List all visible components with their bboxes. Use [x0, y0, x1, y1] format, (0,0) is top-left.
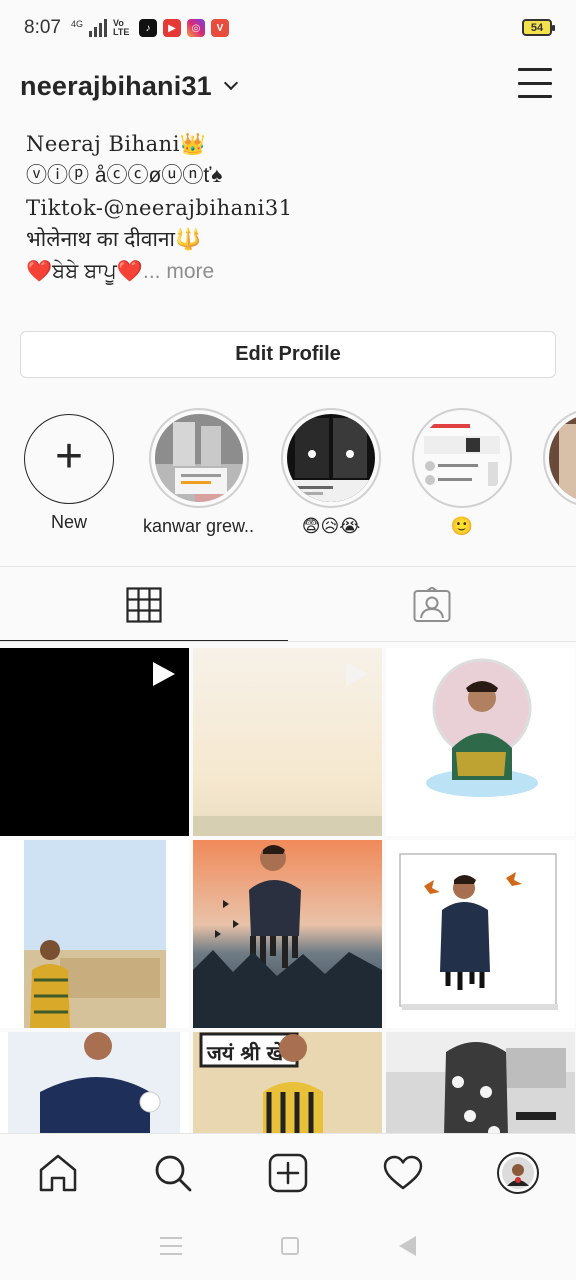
- highlight-ring[interactable]: [412, 408, 512, 508]
- bio-name: Neeraj Bihani👑: [26, 132, 207, 156]
- network-type: 4G: [70, 19, 83, 29]
- profile-header: neerajbihani31: [0, 56, 576, 116]
- post-thumbnail[interactable]: [0, 648, 189, 836]
- highlight-item[interactable]: 🙂: [406, 408, 518, 537]
- highlight-label: 😨😥😭: [301, 516, 361, 536]
- post-thumbnail[interactable]: [193, 840, 382, 1028]
- username[interactable]: neerajbihani31: [20, 71, 212, 102]
- highlight-cover: [155, 414, 243, 502]
- back-icon[interactable]: [399, 1235, 417, 1256]
- volte-icon: Vo LTE: [113, 18, 130, 37]
- video-play-icon: [346, 662, 368, 686]
- highlight-cover: [287, 414, 375, 502]
- tabs-divider: [0, 641, 576, 642]
- instagram-icon: ◎: [187, 19, 205, 37]
- highlight-ring[interactable]: [149, 408, 249, 508]
- new-highlight-ring[interactable]: +: [24, 414, 114, 504]
- nav-profile[interactable]: [488, 1143, 548, 1203]
- nav-activity[interactable]: [373, 1143, 433, 1203]
- bio-line: ❤️ਬੇਬੇ ਬਾਪੂ❤️... more: [26, 256, 546, 288]
- recent-apps-icon[interactable]: [159, 1236, 182, 1255]
- post-thumbnail[interactable]: [0, 840, 189, 1028]
- add-post-icon: [268, 1153, 308, 1192]
- battery-level: 54: [530, 21, 544, 34]
- tagged-person-icon: [413, 586, 451, 622]
- vivo-icon: V: [211, 19, 229, 37]
- posts-grid: जयं श्री खेत: [0, 648, 576, 1138]
- home-icon: [39, 1154, 76, 1191]
- video-play-icon: [153, 662, 175, 686]
- signal-icon: [89, 19, 107, 37]
- hamburger-menu-icon[interactable]: [518, 68, 552, 98]
- post-thumbnail[interactable]: [193, 648, 382, 836]
- plus-icon: +: [54, 430, 84, 483]
- post-thumbnail[interactable]: [386, 648, 575, 836]
- status-time: 8:07: [24, 17, 61, 38]
- search-icon: [155, 1155, 192, 1191]
- youtube-icon: ▶: [163, 19, 181, 37]
- status-icons: 4G Vo LTE ♪ ▶ ◎ V: [71, 19, 229, 37]
- highlight-label: kanwar grew...: [143, 516, 255, 536]
- home-button-icon[interactable]: [281, 1236, 300, 1255]
- grid-icon: [126, 586, 162, 623]
- instagram-profile-screen: 8:07 4G Vo LTE ♪ ▶ ◎ V 54 neerajbihani31…: [0, 0, 576, 1280]
- profile-tabs: [0, 566, 576, 642]
- highlight-cover: [418, 414, 506, 502]
- post-thumbnail[interactable]: [386, 840, 575, 1028]
- nav-home[interactable]: [28, 1143, 88, 1203]
- highlight-cover: [549, 414, 576, 502]
- post-thumbnail[interactable]: जयं श्री खेत: [193, 1032, 382, 1138]
- highlight-new[interactable]: + New: [13, 408, 125, 533]
- bio-line-text: ❤️ਬੇਬੇ ਬਾਪੂ❤️: [26, 260, 143, 283]
- post-thumbnail[interactable]: [0, 1032, 189, 1138]
- story-highlights: + New kanwar grew... 😨😥😭 🙂: [0, 408, 576, 548]
- nav-new-post[interactable]: [258, 1143, 318, 1203]
- chevron-down-icon[interactable]: [223, 75, 238, 91]
- tab-grid[interactable]: [0, 567, 288, 642]
- bottom-navigation: [0, 1133, 576, 1211]
- heart-icon: [383, 1155, 423, 1189]
- highlight-item[interactable]: [537, 408, 576, 516]
- profile-bio: Neeraj Bihani👑 ⓥⓘⓟ åⓒⓒøⓤⓝť♠ Tiktok-@neer…: [26, 128, 546, 288]
- highlight-ring[interactable]: [543, 408, 576, 508]
- bio-line: Tiktok-@neerajbihani31: [26, 196, 293, 220]
- highlight-ring[interactable]: [281, 408, 381, 508]
- profile-avatar-icon: [497, 1151, 540, 1194]
- post-thumbnail[interactable]: [386, 1032, 575, 1138]
- bio-line: ⓥⓘⓟ åⓒⓒøⓤⓝť♠: [26, 164, 223, 187]
- system-navigation: [0, 1211, 576, 1280]
- tab-tagged[interactable]: [288, 567, 576, 642]
- edit-profile-button[interactable]: Edit Profile: [20, 331, 556, 378]
- highlight-label: 🙂: [450, 516, 474, 536]
- highlight-item[interactable]: kanwar grew...: [143, 408, 255, 537]
- battery-icon: 54: [522, 19, 555, 36]
- highlight-label: New: [50, 512, 87, 532]
- bio-more-link[interactable]: ... more: [143, 260, 214, 283]
- status-bar: 8:07 4G Vo LTE ♪ ▶ ◎ V 54: [0, 0, 576, 56]
- highlight-item[interactable]: 😨😥😭: [275, 408, 387, 537]
- nav-search[interactable]: [143, 1143, 203, 1203]
- tiktok-icon: ♪: [139, 19, 157, 37]
- bio-line: भोलेनाथ का दीवाना🔱: [26, 228, 202, 251]
